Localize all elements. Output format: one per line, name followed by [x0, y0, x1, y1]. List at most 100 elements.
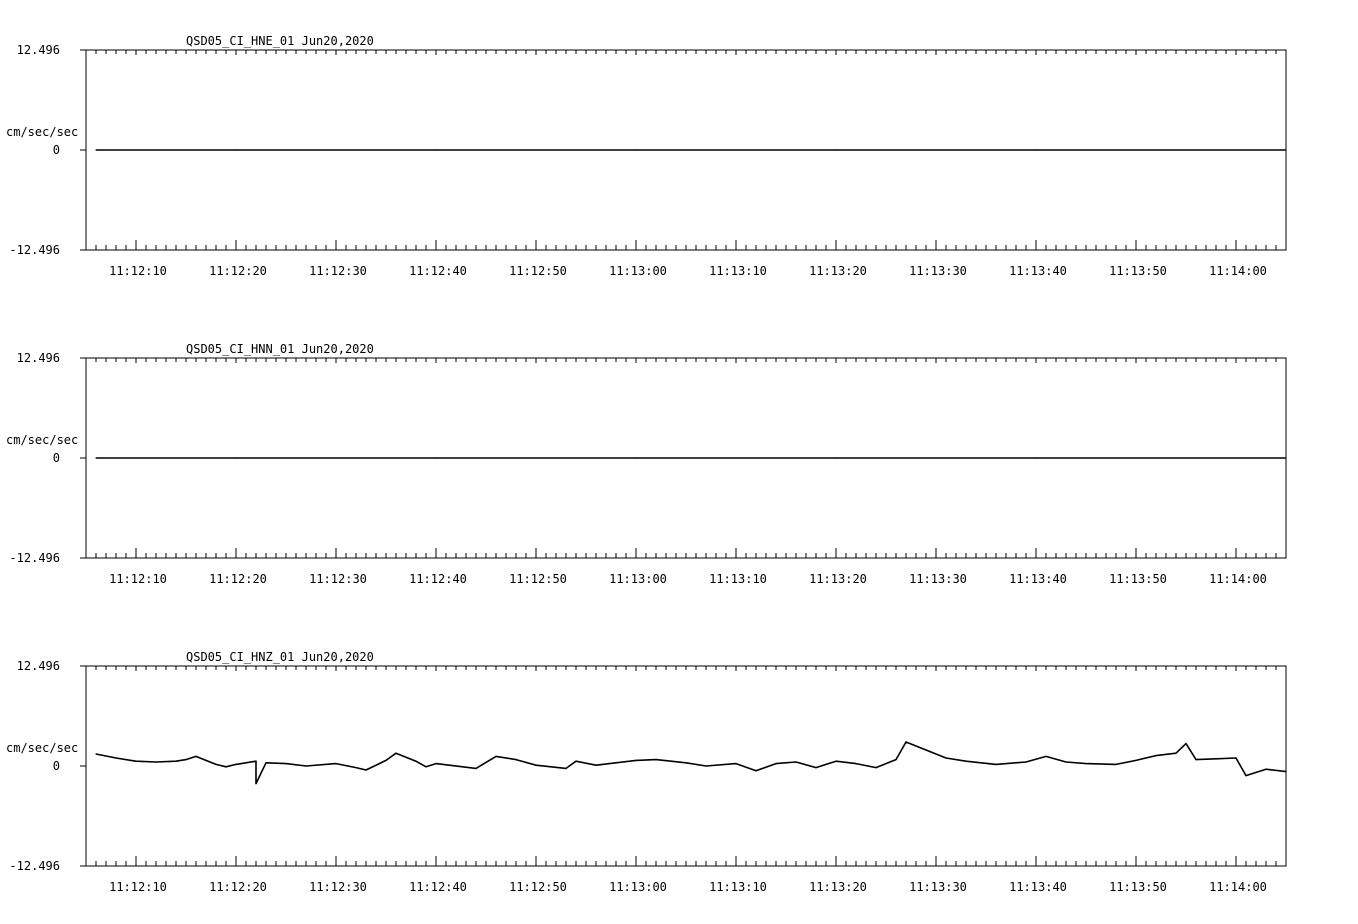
data-point [655, 759, 657, 761]
data-point [365, 769, 367, 771]
data-point [475, 767, 477, 770]
x-tick-label: 11:13:40 [1009, 880, 1067, 894]
data-point [435, 763, 437, 765]
data-point [115, 757, 117, 759]
data-point [855, 763, 857, 765]
data-point [385, 759, 387, 762]
x-tick-label: 11:12:40 [409, 880, 467, 894]
data-point [335, 763, 337, 765]
x-tick-label: 11:13:40 [1009, 264, 1067, 278]
data-point [285, 763, 287, 765]
data-point [355, 767, 357, 769]
data-point [1115, 763, 1117, 766]
data-point [1065, 761, 1067, 763]
y-tick-label: 12.496 [17, 43, 60, 57]
x-tick-label: 11:13:20 [809, 572, 867, 586]
x-tick-label: 11:13:00 [609, 880, 667, 894]
data-point [195, 755, 197, 758]
chart-title: QSD05_CI_HNN_01 Jun20,2020 [186, 342, 374, 356]
x-tick-label: 11:14:00 [1209, 572, 1267, 586]
data-point [815, 767, 817, 769]
seismogram-figure: QSD05_CI_HNE_01 Jun20,2020 12.496 0 -12.496… [6, 34, 1287, 894]
y-tick-label: 12.496 [17, 351, 60, 365]
x-tick-label: 11:13:50 [1109, 264, 1167, 278]
data-point [835, 149, 837, 151]
data-point [735, 763, 737, 765]
data-point [185, 759, 187, 761]
y-tick-label: 0 [53, 759, 60, 773]
data-point [425, 766, 427, 768]
data-point [965, 760, 967, 762]
x-tick-label: 11:13:00 [609, 264, 667, 278]
x-tick-label: 11:13:30 [909, 572, 967, 586]
x-tick-label: 11:13:00 [609, 572, 667, 586]
data-point [875, 767, 877, 769]
data-point [995, 763, 997, 766]
data-point [435, 457, 437, 459]
data-point [575, 760, 577, 762]
y-tick-label: -12.496 [9, 243, 60, 257]
data-point [1235, 757, 1237, 759]
data-point [135, 760, 137, 762]
data-point [905, 741, 907, 743]
data-point [235, 149, 237, 151]
x-tick-label: 11:12:10 [109, 264, 167, 278]
data-point [415, 760, 417, 762]
x-tick-label: 11:12:10 [109, 880, 167, 894]
y-tick-label: 0 [53, 143, 60, 157]
data-point [1035, 149, 1037, 151]
x-tick-label: 11:13:10 [709, 264, 767, 278]
data-point [795, 761, 797, 763]
y-tick-label: -12.496 [9, 859, 60, 873]
x-tick-label: 11:14:00 [1209, 264, 1267, 278]
data-point [1155, 755, 1157, 757]
data-point [835, 457, 837, 459]
x-tick-label: 11:12:30 [309, 880, 367, 894]
x-tick-label: 11:12:30 [309, 572, 367, 586]
data-point [435, 149, 437, 151]
data-point [1045, 755, 1047, 758]
data-point [635, 149, 637, 151]
x-tick-label: 11:13:40 [1009, 572, 1067, 586]
x-tick-label: 11:12:20 [209, 264, 267, 278]
data-point [225, 766, 227, 768]
data-point [95, 753, 97, 755]
x-tick-label: 11:13:10 [709, 880, 767, 894]
x-tick-label: 11:13:50 [1109, 880, 1167, 894]
data-point [615, 762, 617, 764]
x-tick-label: 11:12:10 [109, 572, 167, 586]
y-axis-label: cm/sec/sec [6, 741, 78, 755]
chart-panel-2: QSD05_CI_HNN_01 Jun20,2020 12.496 0 -12.496… [6, 342, 1287, 586]
data-point [395, 752, 397, 754]
data-point [565, 767, 567, 770]
data-point [1085, 763, 1087, 765]
data-point [515, 759, 517, 761]
data-point [1195, 759, 1197, 761]
data-point [235, 457, 237, 459]
data-point [1035, 457, 1037, 459]
data-point [635, 457, 637, 459]
data-point [1025, 761, 1027, 763]
y-tick-label: 12.496 [17, 659, 60, 673]
chart-title: QSD05_CI_HNZ_01 Jun20,2020 [186, 650, 374, 664]
data-point [945, 757, 947, 759]
data-point [595, 764, 597, 766]
data-point [685, 762, 687, 764]
chart-title: QSD05_CI_HNE_01 Jun20,2020 [186, 34, 374, 48]
data-point [215, 763, 217, 766]
data-point [895, 759, 897, 761]
data-point [1135, 759, 1137, 762]
x-tick-label: 11:12:40 [409, 572, 467, 586]
data-point [925, 749, 927, 751]
x-tick-label: 11:12:30 [309, 264, 367, 278]
data-point [755, 770, 757, 772]
data-point [95, 149, 97, 151]
data-point [705, 765, 707, 767]
x-tick-label: 11:13:10 [709, 572, 767, 586]
data-point [1175, 752, 1177, 754]
data-point [835, 760, 837, 762]
data-point [635, 759, 637, 762]
data-point [1215, 758, 1217, 760]
series-line [95, 741, 1287, 785]
data-point [255, 783, 257, 785]
